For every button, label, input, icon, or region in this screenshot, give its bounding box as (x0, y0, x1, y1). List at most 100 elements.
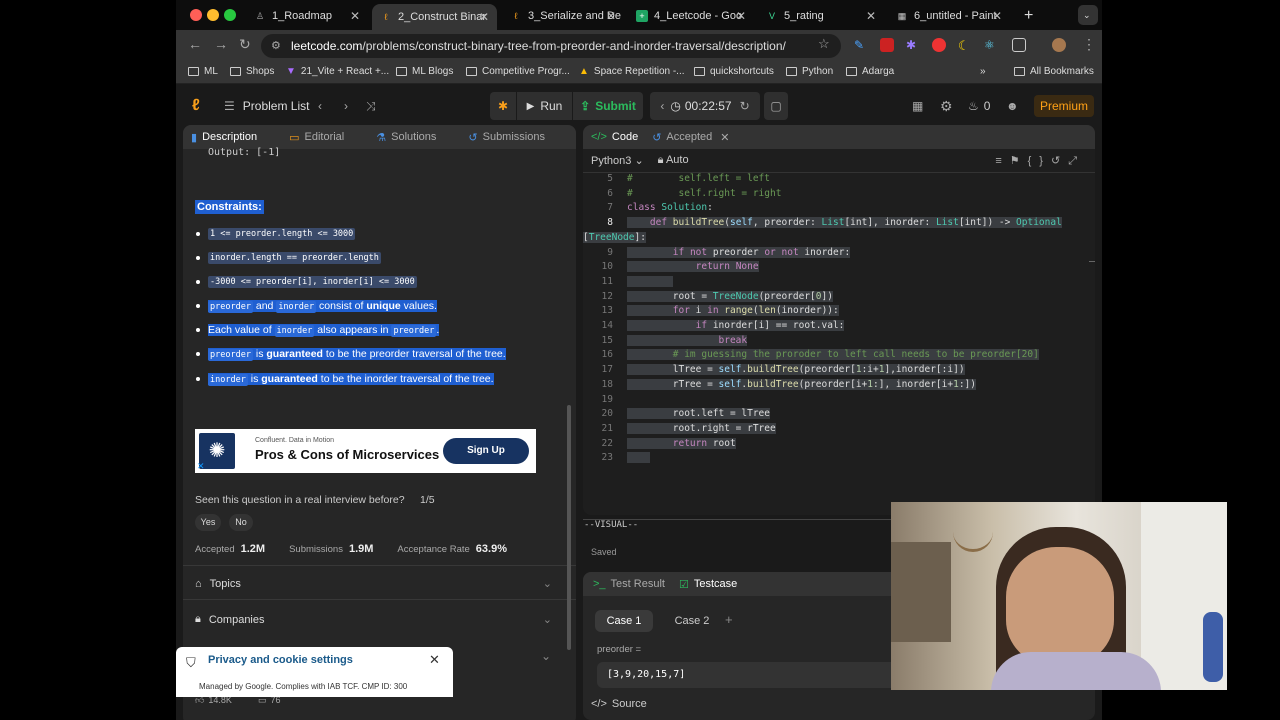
more-bookmarks-icon[interactable]: » (980, 66, 986, 77)
code-line[interactable] (627, 275, 673, 287)
extension-icon[interactable] (880, 38, 894, 52)
yes-button[interactable]: Yes (195, 514, 221, 531)
auto-mode[interactable]: 🔒︎ Auto (658, 154, 689, 167)
topics-row[interactable]: ⌂ Topics ⌄ (195, 577, 552, 591)
all-bookmarks[interactable]: All Bookmarks (1014, 66, 1094, 77)
bookmark-folder[interactable]: Competitive Progr... (466, 66, 570, 77)
language-select[interactable]: Python3 ⌄ (591, 154, 644, 167)
shuffle-icon[interactable]: ⤨ (366, 92, 376, 120)
browser-tab-5[interactable]: V 5_rating ✕ (758, 4, 884, 28)
profile-avatar[interactable] (1052, 38, 1066, 52)
close-tab-icon[interactable]: ✕ (736, 9, 746, 23)
code-line[interactable]: break (627, 334, 748, 346)
browser-tab-6[interactable]: ▦ 6_untitled - Paint ✕ (888, 4, 1010, 28)
close-tab-icon[interactable]: ✕ (479, 10, 489, 24)
next-problem-icon[interactable]: › (344, 92, 348, 120)
layout-icon[interactable]: ▦ (912, 92, 923, 120)
code-line[interactable]: class Solution: (627, 202, 713, 213)
code-line[interactable]: # self.right = right (627, 188, 781, 199)
back-icon[interactable]: ← (188, 36, 202, 52)
bookmark-folder[interactable]: ML (188, 66, 218, 77)
url-field[interactable]: ⚙ leetcode.com/problems/construct-binary… (261, 34, 841, 58)
case-2-tab[interactable]: Case 2 (663, 610, 721, 632)
code-line[interactable]: [TreeNode]: (583, 231, 646, 243)
close-icon[interactable]: ✕ (429, 652, 440, 668)
new-tab-button[interactable]: + (1016, 4, 1036, 28)
run-button[interactable]: ▶ Run (517, 92, 572, 120)
tab-submissions[interactable]: ↺ Submissions (468, 131, 561, 144)
maximize-window-button[interactable] (224, 9, 236, 21)
problem-list-button[interactable]: ☰ Problem List (224, 92, 309, 120)
ad-signup-button[interactable]: Sign Up (443, 438, 529, 464)
companies-row[interactable]: 🔒︎ Companies ⌄ (195, 613, 552, 626)
no-button[interactable]: No (229, 514, 253, 531)
browser-tab-1[interactable]: ♙ 1_Roadmap ✕ (246, 4, 368, 28)
bookmark-folder[interactable]: Python (786, 66, 833, 77)
code-line[interactable]: lTree = self.buildTree(preorder[1:i+1],i… (627, 364, 965, 376)
cookie-title[interactable]: Privacy and cookie settings (208, 654, 353, 666)
code-line[interactable]: root.right = rTree (627, 422, 776, 434)
close-tab-icon[interactable]: ✕ (992, 9, 1002, 23)
browser-tab-3[interactable]: ℓ 3_Serialize and De ✕ (502, 4, 624, 28)
code-line[interactable]: if not preorder or not inorder: (627, 246, 851, 258)
premium-button[interactable]: Premium (1034, 95, 1094, 117)
code-line[interactable]: # im guessing the proroder to left call … (627, 349, 1039, 361)
site-info-icon[interactable]: ⚙ (271, 34, 281, 58)
close-tab-icon[interactable]: ✕ (866, 9, 876, 23)
tab-description[interactable]: ▮ Description (191, 131, 273, 144)
code-line[interactable]: return None (627, 261, 759, 273)
tab-accepted[interactable]: ↺ Accepted ✕ (652, 131, 729, 144)
menu-dots-icon[interactable]: ⋮ (1082, 36, 1096, 53)
pen-extension-icon[interactable]: ✎ (854, 38, 868, 52)
code-line[interactable] (627, 452, 650, 464)
variable-input[interactable]: [3,9,20,15,7] (597, 662, 897, 688)
scrollbar[interactable] (567, 405, 571, 650)
code-line[interactable]: if inorder[i] == root.val: (627, 320, 845, 331)
streak-counter[interactable]: ♨ 0 (968, 92, 990, 120)
extensions-puzzle-icon[interactable] (1012, 38, 1026, 52)
source-button[interactable]: </> Source (583, 690, 1095, 720)
moon-extension-icon[interactable]: ☾ (958, 38, 972, 53)
timer[interactable]: ‹ ◷ 00:22:57 ↻ (650, 92, 760, 120)
ad-close-icon[interactable]: ✕ (197, 461, 205, 472)
debug-icon[interactable]: ✱ (490, 92, 516, 120)
close-tab-icon[interactable]: ✕ (606, 9, 616, 23)
close-window-button[interactable] (190, 9, 202, 21)
close-tab-icon[interactable]: ✕ (720, 131, 729, 144)
code-line[interactable]: return root (627, 437, 736, 449)
reset-timer-icon[interactable]: ↻ (740, 99, 750, 113)
forward-icon[interactable]: → (214, 36, 228, 52)
bookmark-folder[interactable]: Adarga (846, 66, 894, 77)
minimize-window-button[interactable] (207, 9, 219, 21)
leetcode-logo[interactable]: ℓ (192, 92, 200, 120)
advertisement[interactable]: ✺ Confluent. Data in Motion Pros & Cons … (195, 429, 536, 473)
browser-tab-4[interactable]: +4_Leetcode - Goo ✕ (628, 4, 754, 28)
bookmark-folder[interactable]: Shops (230, 66, 274, 77)
code-line[interactable]: for i in range(len(inorder)): (627, 305, 839, 317)
bookmark-star-icon[interactable]: ☆ (818, 36, 830, 52)
tab-code[interactable]: </> Code (591, 131, 638, 143)
code-line[interactable]: root = TreeNode(preorder[0]) (627, 290, 833, 302)
code-line[interactable]: root.left = lTree (627, 408, 770, 420)
settings-gear-icon[interactable]: ⚙ (940, 92, 953, 120)
bookmark-folder[interactable]: ML Blogs (396, 66, 453, 77)
editor-actions[interactable]: ≡⚑{}↺⤢ (995, 154, 1085, 168)
submit-button[interactable]: ⇪ Submit (573, 92, 643, 120)
notes-icon[interactable]: ▢ (764, 92, 788, 120)
react-extension-icon[interactable]: ⚛ (984, 38, 998, 52)
bookmark-link[interactable]: ▲ Space Repetition -... (579, 66, 685, 77)
case-1-tab[interactable]: Case 1 (595, 610, 653, 632)
code-line[interactable]: rTree = self.buildTree(preorder[i+1:], i… (627, 378, 976, 390)
close-tab-icon[interactable]: ✕ (350, 9, 360, 23)
tab-search-icon[interactable]: ⌄ (1078, 5, 1098, 25)
add-case-icon[interactable]: + (725, 612, 733, 627)
avatar[interactable]: ☻ (1006, 92, 1019, 120)
code-line[interactable]: def buildTree(self, preorder: List[int],… (627, 217, 1062, 229)
bookmark-link[interactable]: ▼ 21_Vite + React +... (286, 66, 389, 77)
bookmark-folder[interactable]: quickshortcuts (694, 66, 774, 77)
chevron-down-icon[interactable]: ⌄ (541, 649, 551, 663)
tab-solutions[interactable]: ⚗ Solutions (376, 131, 452, 144)
reload-icon[interactable]: ↻ (239, 36, 251, 53)
extension-icon[interactable]: ✱ (906, 38, 920, 52)
browser-tab-2[interactable]: ℓ 2_Construct Binar ✕ (372, 4, 497, 30)
